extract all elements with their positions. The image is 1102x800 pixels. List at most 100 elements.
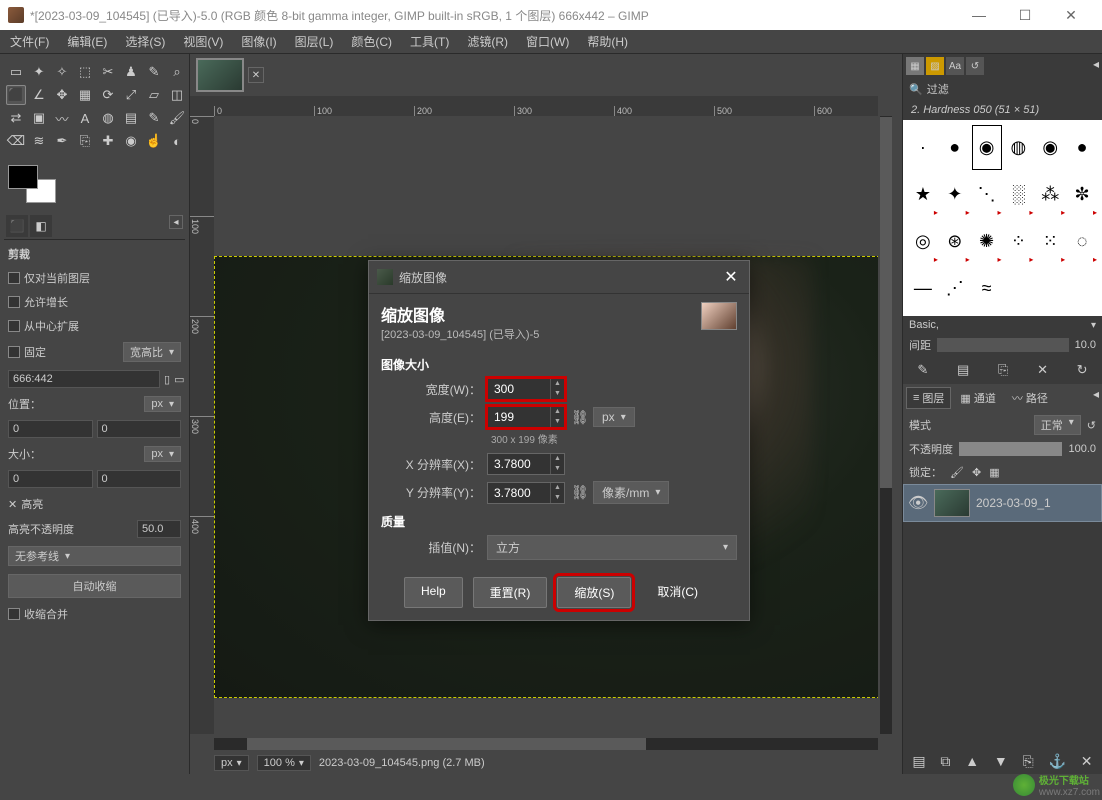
layer-up-icon[interactable]: ▲ xyxy=(965,753,979,770)
tool-foreground[interactable]: ♟ xyxy=(121,62,141,82)
refresh-brush-icon[interactable]: ↻ xyxy=(1077,362,1088,378)
duplicate-brush-icon[interactable]: ⎘ xyxy=(998,362,1008,378)
cancel-button[interactable]: 取消(C) xyxy=(641,577,714,608)
image-tab-thumb[interactable] xyxy=(196,58,244,92)
minimize-button[interactable]: — xyxy=(956,0,1002,30)
tool-fuzzy-select[interactable]: ✧ xyxy=(52,62,72,82)
menu-filters[interactable]: 滤镜(R) xyxy=(463,31,512,52)
brush-item[interactable]: — xyxy=(907,265,939,312)
chk-shrink-merge[interactable] xyxy=(8,608,20,620)
dialog-close-button[interactable]: ✕ xyxy=(721,267,741,287)
brush-item[interactable]: ⁙▸ xyxy=(1034,218,1066,265)
tool-cage[interactable]: ▣ xyxy=(29,108,49,128)
tool-paths[interactable]: ✎ xyxy=(144,62,164,82)
size-w-input[interactable] xyxy=(8,470,93,488)
delete-brush-icon[interactable]: ✕ xyxy=(1037,362,1048,378)
tool-clone[interactable]: ⎘ xyxy=(75,131,95,151)
chk-current-layer[interactable] xyxy=(8,272,20,284)
blend-mode-dropdown[interactable]: 正常▾ xyxy=(1034,415,1081,435)
layer-name[interactable]: 2023-03-09_1 xyxy=(976,496,1051,510)
brush-item[interactable] xyxy=(1003,265,1035,312)
tool-rect-select[interactable]: ▭ xyxy=(6,62,26,82)
brush-item[interactable]: ⋰ xyxy=(939,265,971,312)
brush-item[interactable]: ◌▸ xyxy=(1066,218,1098,265)
menu-windows[interactable]: 窗口(W) xyxy=(522,31,573,52)
tool-pencil[interactable]: ✎ xyxy=(144,108,164,128)
tool-crop[interactable]: ⬛ xyxy=(6,85,26,105)
menu-layer[interactable]: 图层(L) xyxy=(291,31,338,52)
tool-airbrush[interactable]: ≋ xyxy=(29,131,49,151)
guides-dropdown[interactable]: 无参考线▾ xyxy=(8,546,181,566)
duplicate-layer-icon[interactable]: ⎘ xyxy=(1023,753,1034,770)
scale-button[interactable]: 缩放(S) xyxy=(557,577,631,608)
tool-paintbrush[interactable]: 🖌 xyxy=(167,108,187,128)
highlight-opacity-input[interactable] xyxy=(137,520,181,538)
lock-position-icon[interactable]: ✥ xyxy=(972,466,981,479)
tab-fonts[interactable]: Aa xyxy=(946,57,964,75)
chk-from-center[interactable] xyxy=(8,320,20,332)
tool-shear[interactable]: ▱ xyxy=(144,85,164,105)
tool-warp[interactable]: 〰 xyxy=(52,108,72,128)
tool-rotate[interactable]: ⟳ xyxy=(98,85,118,105)
visibility-icon[interactable]: 👁 xyxy=(908,493,928,513)
tool-flip[interactable]: ⇄ xyxy=(6,108,26,128)
pos-y-input[interactable] xyxy=(97,420,182,438)
help-button[interactable]: Help xyxy=(404,577,463,608)
maximize-button[interactable]: ☐ xyxy=(1002,0,1048,30)
tab-patterns[interactable]: ▨ xyxy=(926,57,944,75)
spacing-slider[interactable] xyxy=(937,338,1069,352)
tool-bucket[interactable]: ◍ xyxy=(98,108,118,128)
brush-item[interactable]: ≈ xyxy=(971,265,1003,312)
tool-scale[interactable]: ⤢ xyxy=(121,85,141,105)
res-unit-dropdown[interactable]: 像素/mm▾ xyxy=(593,481,669,504)
chk-fixed[interactable] xyxy=(8,346,20,358)
tab-brushes[interactable]: ▦ xyxy=(906,57,924,75)
tab-device-status[interactable]: ◧ xyxy=(30,215,52,237)
tool-smudge[interactable]: ☝ xyxy=(144,131,164,151)
opacity-slider[interactable] xyxy=(959,442,1062,456)
preset-dropdown[interactable]: Basic, xyxy=(909,319,1091,331)
tab-channels[interactable]: ▦ 通道 xyxy=(953,387,1002,409)
menu-colors[interactable]: 颜色(C) xyxy=(347,31,396,52)
brush-item[interactable]: ✺▸ xyxy=(971,218,1003,265)
xres-input[interactable]: ▲▼ xyxy=(487,453,565,475)
brush-item[interactable] xyxy=(1066,265,1098,312)
layers-menu-icon[interactable]: ◂ xyxy=(1093,387,1099,409)
layer-group-icon[interactable]: ⧉ xyxy=(940,753,950,770)
tool-scissors[interactable]: ✂ xyxy=(98,62,118,82)
chain-link-icon[interactable]: ⛓ xyxy=(571,409,587,426)
tool-move[interactable]: ✥ xyxy=(52,85,72,105)
menu-tools[interactable]: 工具(T) xyxy=(406,31,453,52)
height-input[interactable]: ▲▼ xyxy=(487,406,565,428)
menu-view[interactable]: 视图(V) xyxy=(179,31,227,52)
lock-pixels-icon[interactable]: 🖌 xyxy=(950,466,964,479)
tool-free-select[interactable]: ✦ xyxy=(29,62,49,82)
brush-item[interactable]: ◉ xyxy=(1034,124,1066,171)
tool-heal[interactable]: ✚ xyxy=(98,131,118,151)
delete-layer-icon[interactable]: ✕ xyxy=(1081,753,1093,770)
menu-help[interactable]: 帮助(H) xyxy=(583,31,632,52)
brush-item[interactable] xyxy=(1034,265,1066,312)
brush-item[interactable]: ⋱▸ xyxy=(971,171,1003,218)
brush-item[interactable]: ● xyxy=(1066,124,1098,171)
brush-item[interactable]: ◎▸ xyxy=(907,218,939,265)
new-brush-icon[interactable]: ▤ xyxy=(957,362,969,378)
brush-item[interactable]: ✼▸ xyxy=(1066,171,1098,218)
tool-eraser[interactable]: ⌫ xyxy=(6,131,26,151)
pos-x-input[interactable] xyxy=(8,420,93,438)
status-zoom[interactable]: 100 %▾ xyxy=(257,755,311,771)
tool-text[interactable]: A xyxy=(75,108,95,128)
menu-image[interactable]: 图像(I) xyxy=(237,31,280,52)
tab-layers[interactable]: ≡ 图层 xyxy=(906,387,951,409)
pos-unit[interactable]: px▾ xyxy=(144,396,181,412)
size-unit-dropdown[interactable]: px▾ xyxy=(593,407,635,427)
brush-item[interactable]: ◉ xyxy=(971,124,1003,171)
filter-icon[interactable]: 🔍 xyxy=(909,83,923,96)
new-layer-icon[interactable]: ▤ xyxy=(912,753,925,770)
menu-edit[interactable]: 编辑(E) xyxy=(63,31,111,52)
brush-item[interactable]: ⊛▸ xyxy=(939,218,971,265)
size-h-input[interactable] xyxy=(97,470,182,488)
tool-color-select[interactable]: ⬚ xyxy=(75,62,95,82)
tool-ink[interactable]: ✒ xyxy=(52,131,72,151)
tool-gradient[interactable]: ▤ xyxy=(121,108,141,128)
